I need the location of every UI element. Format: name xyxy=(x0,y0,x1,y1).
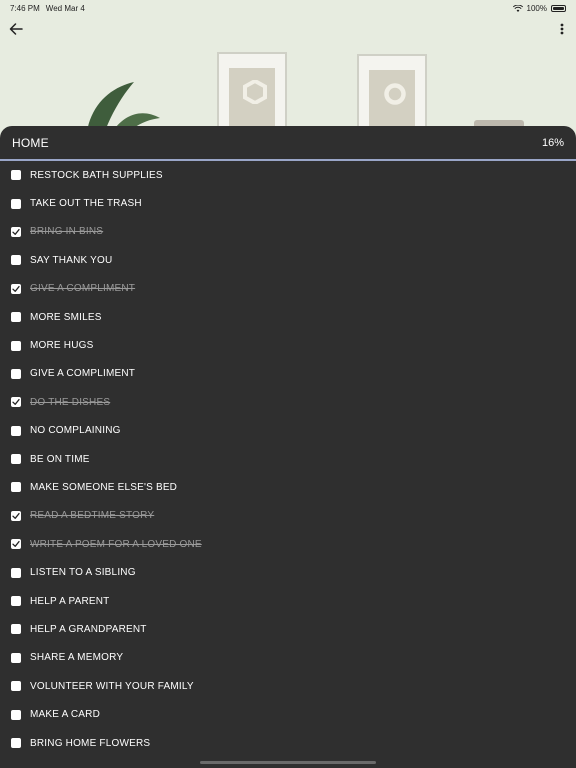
task-label: LISTEN TO A SIBLING xyxy=(30,567,136,579)
checklist-header: HOME 16% xyxy=(0,126,576,161)
task-item[interactable]: READ A BEDTIME STORY xyxy=(0,502,576,530)
task-label: GIVE A COMPLIMENT xyxy=(30,368,136,380)
checkbox[interactable] xyxy=(11,738,21,748)
task-label: MAKE SOMEONE ELSE'S BED xyxy=(30,481,178,493)
task-item[interactable]: MAKE SOMEONE ELSE'S BED xyxy=(0,473,576,501)
battery-icon xyxy=(551,4,566,12)
task-label: MORE HUGS xyxy=(30,340,94,352)
task-item[interactable]: DO THE DISHES xyxy=(0,388,576,416)
checkbox[interactable] xyxy=(11,510,21,521)
check-icon xyxy=(12,399,20,406)
checkbox[interactable] xyxy=(11,226,21,237)
task-item[interactable]: BRING HOME FLOWERS xyxy=(0,729,576,757)
task-label: BE ON TIME xyxy=(30,453,90,465)
checkbox[interactable] xyxy=(11,482,21,493)
checklist-title: HOME xyxy=(12,135,49,150)
wifi-icon xyxy=(512,4,523,12)
progress-percent: 16% xyxy=(541,136,564,149)
checkbox[interactable] xyxy=(11,340,21,351)
checkbox[interactable] xyxy=(11,681,21,692)
task-item[interactable]: MAKE A CARD xyxy=(0,700,576,728)
checkbox[interactable] xyxy=(11,567,21,578)
task-item[interactable]: BE ON TIME xyxy=(0,445,576,473)
task-item[interactable]: NO COMPLAINING xyxy=(0,417,576,445)
task-label: TAKE OUT THE TRASH xyxy=(30,198,142,210)
arrow-left-icon xyxy=(9,23,23,35)
checkbox[interactable] xyxy=(11,397,21,408)
checkbox[interactable] xyxy=(11,709,21,720)
app-bar xyxy=(0,18,576,40)
checkbox[interactable] xyxy=(11,170,21,181)
task-label: MORE SMILES xyxy=(30,311,102,323)
task-label: MAKE A CARD xyxy=(30,709,100,721)
back-button[interactable] xyxy=(6,20,26,38)
task-label: HELP A GRANDPARENT xyxy=(30,623,147,635)
checkbox[interactable] xyxy=(11,198,21,209)
home-indicator xyxy=(200,761,376,764)
checkbox[interactable] xyxy=(11,255,21,266)
task-label: HELP A PARENT xyxy=(30,595,110,607)
check-icon xyxy=(12,285,20,292)
checkbox[interactable] xyxy=(11,624,21,635)
checkbox[interactable] xyxy=(11,283,21,294)
task-label: BRING IN BINS xyxy=(30,226,104,238)
task-label: BRING HOME FLOWERS xyxy=(30,737,151,749)
battery-percent: 100% xyxy=(526,3,547,13)
checkbox[interactable] xyxy=(11,596,21,607)
task-item[interactable]: GIVE A COMPLIMENT xyxy=(0,360,576,388)
task-item[interactable]: TAKE OUT THE TRASH xyxy=(0,189,576,217)
task-item[interactable]: HELP A PARENT xyxy=(0,587,576,615)
task-item[interactable]: LISTEN TO A SIBLING xyxy=(0,558,576,586)
checklist-panel: HOME 16% RESTOCK BATH SUPPLIES TAKE OUT T… xyxy=(0,126,576,768)
status-time: 7:46 PM xyxy=(10,3,40,13)
task-item[interactable]: SHARE A MEMORY xyxy=(0,644,576,672)
task-item[interactable]: BRING IN BINS xyxy=(0,218,576,246)
hexagon-art xyxy=(243,80,267,104)
status-bar: 7:46 PM Wed Mar 4 100% xyxy=(0,0,576,16)
check-icon xyxy=(12,512,20,519)
task-item[interactable]: VOLUNTEER WITH YOUR FAMILY xyxy=(0,672,576,700)
status-date: Wed Mar 4 xyxy=(45,3,85,13)
task-item[interactable]: GIVE A COMPLIMENT xyxy=(0,275,576,303)
task-label: DO THE DISHES xyxy=(30,396,111,408)
task-label: SHARE A MEMORY xyxy=(30,652,124,664)
checkbox[interactable] xyxy=(11,368,21,379)
task-item[interactable]: RESTOCK BATH SUPPLIES xyxy=(0,161,576,189)
task-label: READ A BEDTIME STORY xyxy=(30,510,155,522)
checkbox[interactable] xyxy=(11,652,21,663)
task-label: NO COMPLAINING xyxy=(30,425,121,437)
checkbox[interactable] xyxy=(11,454,21,465)
checkbox[interactable] xyxy=(11,425,21,436)
header-illustration xyxy=(0,40,576,140)
more-vertical-icon xyxy=(560,23,564,35)
task-item[interactable]: HELP A GRANDPARENT xyxy=(0,615,576,643)
task-item[interactable]: SAY THANK YOU xyxy=(0,246,576,274)
checkbox[interactable] xyxy=(11,312,21,323)
task-label: WRITE A POEM FOR A LOVED ONE xyxy=(30,538,202,550)
check-icon xyxy=(12,541,20,548)
task-item[interactable]: MORE HUGS xyxy=(0,331,576,359)
more-menu-button[interactable] xyxy=(556,20,568,38)
checkbox[interactable] xyxy=(11,539,21,550)
circle-art xyxy=(384,83,406,105)
task-label: RESTOCK BATH SUPPLIES xyxy=(30,169,163,181)
check-icon xyxy=(12,228,20,235)
task-list: RESTOCK BATH SUPPLIES TAKE OUT THE TRASH B… xyxy=(0,161,576,757)
task-item[interactable]: MORE SMILES xyxy=(0,303,576,331)
task-label: SAY THANK YOU xyxy=(30,254,113,266)
task-item[interactable]: WRITE A POEM FOR A LOVED ONE xyxy=(0,530,576,558)
task-label: VOLUNTEER WITH YOUR FAMILY xyxy=(30,680,194,692)
task-label: GIVE A COMPLIMENT xyxy=(30,283,136,295)
